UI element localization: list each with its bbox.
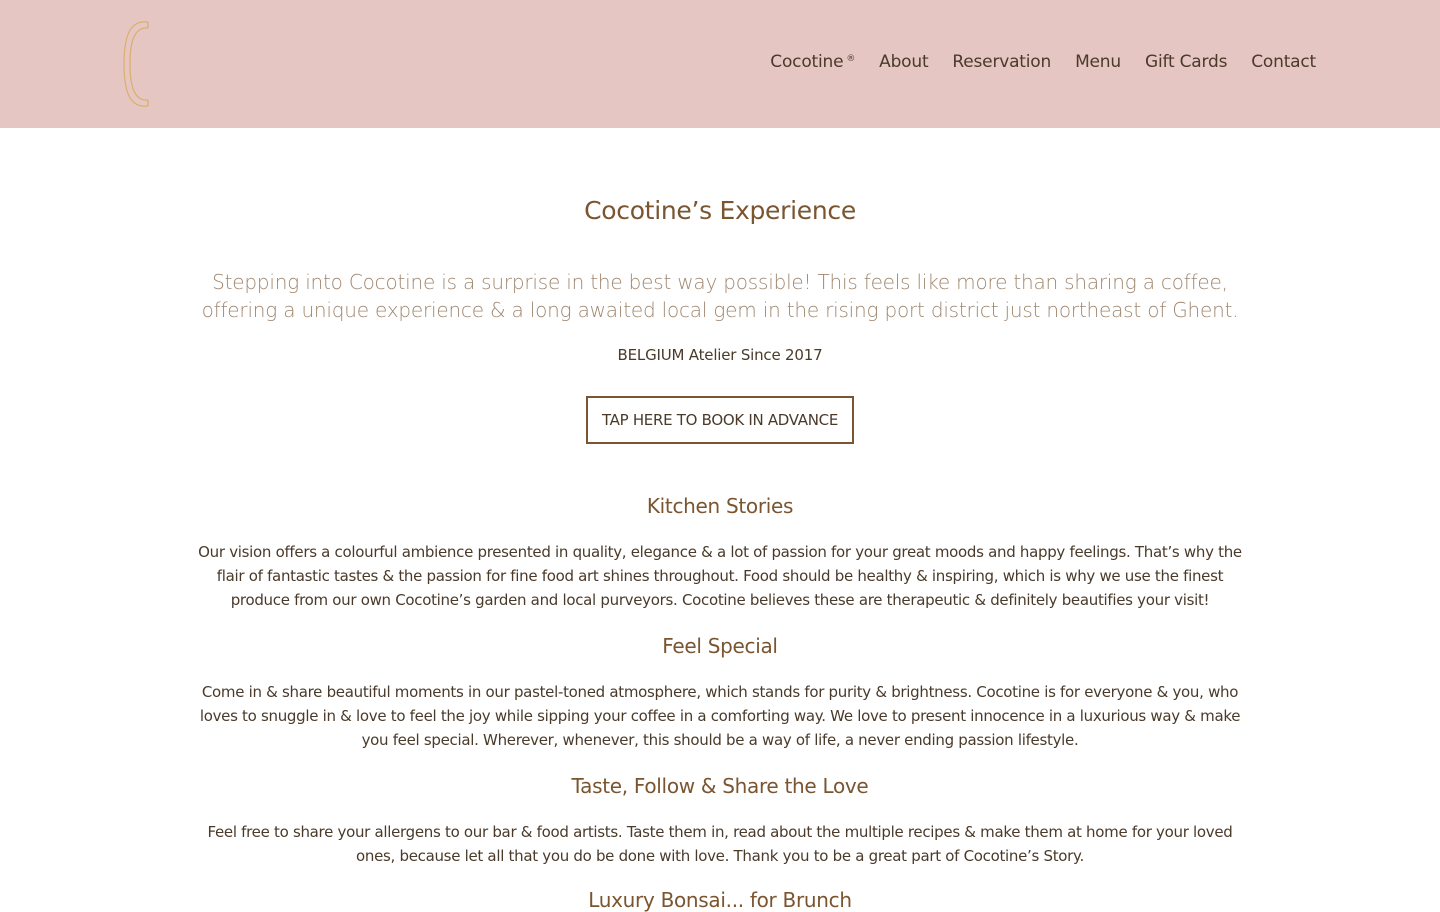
registered-mark: ® — [846, 54, 856, 64]
section-text-share-the-love: Feel free to share your allergens to our… — [207, 823, 1233, 865]
section-title-share-the-love: Taste, Follow & Share the Love — [571, 774, 869, 798]
book-in-advance-button[interactable]: TAP HERE TO BOOK IN ADVANCE — [586, 396, 854, 444]
nav-item-reservation[interactable]: Reservation — [952, 52, 1051, 72]
section-text-kitchen-stories: Our vision offers a colourful ambience p… — [198, 543, 1242, 609]
section-title-kitchen-stories: Kitchen Stories — [646, 494, 794, 518]
nav-item-menu[interactable]: Menu — [1075, 52, 1121, 72]
tagline: BELGIUM Atelier Since 2017 — [617, 346, 823, 364]
section-title-bonsai-brunch: Luxury Bonsai... for Brunch — [588, 888, 852, 912]
nav-item-about[interactable]: About — [879, 52, 928, 72]
nav-item-cocotine[interactable]: Cocotine ® — [770, 52, 855, 72]
nav-item-gift-cards[interactable]: Gift Cards — [1145, 52, 1227, 72]
nav-item-contact[interactable]: Contact — [1251, 52, 1316, 72]
main-nav: Cocotine ® About Reservation Menu Gift Ca… — [770, 52, 1316, 72]
intro-text: Stepping into Cocotine is a surprise in … — [201, 270, 1239, 322]
page-title: Cocotine’s Experience — [584, 196, 856, 225]
site-header: Cocotine ® About Reservation Menu Gift Ca… — [0, 0, 1440, 128]
section-title-feel-special: Feel Special — [662, 634, 778, 658]
section-text-feel-special: Come in & share beautiful moments in our… — [199, 683, 1241, 749]
c-monogram-logo-icon[interactable] — [118, 18, 154, 110]
